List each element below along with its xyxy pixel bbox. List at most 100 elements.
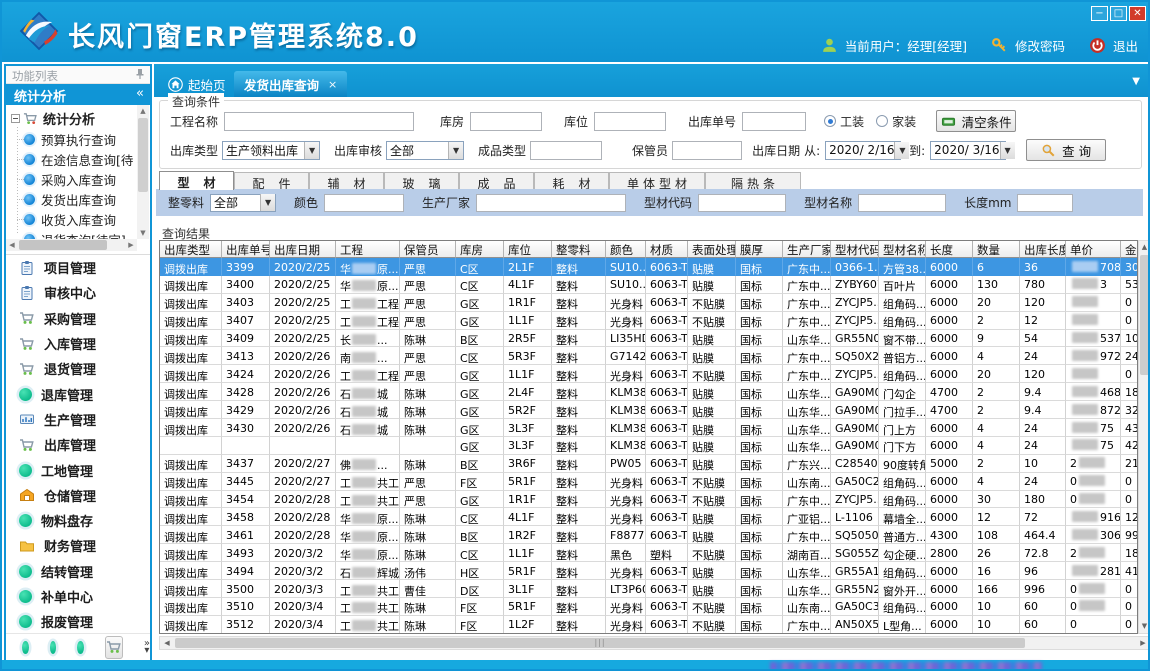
filter-select-整零料[interactable]: 全部▼ [210, 194, 276, 212]
filter-input-长度mm[interactable] [1017, 194, 1073, 212]
tree-vertical-scrollbar[interactable]: ▲ ▼ [137, 105, 149, 239]
module-dot-icon[interactable] [77, 641, 84, 654]
table-row[interactable]: 调拨出库34242020/2/26工工程严思G区1L1F整料光身料6063-T5… [160, 365, 1137, 383]
cart-toolbar-button[interactable] [105, 636, 123, 659]
product-type-input[interactable] [530, 141, 602, 160]
material-tab-配件[interactable]: 配件 [234, 172, 309, 190]
column-header-生产厂家[interactable]: 生产厂家 [783, 241, 831, 258]
sidebar-item-采购管理[interactable]: 采购管理 [6, 306, 150, 331]
tab-overflow-icon[interactable]: ▼ [1132, 76, 1140, 87]
pin-icon[interactable] [134, 68, 146, 80]
search-button[interactable]: 查 询 [1026, 139, 1106, 161]
column-header-出库长度[interactable]: 出库长度 [1020, 241, 1066, 258]
table-row[interactable]: 调拨出库34942020/3/2石辉城汤伟H区5R1F整料光身料6063-T5贴… [160, 562, 1137, 580]
sidebar-item-仓储管理[interactable]: 仓储管理 [6, 483, 150, 508]
filter-input-型材名称[interactable] [858, 194, 946, 212]
tree-expander-icon[interactable] [11, 114, 20, 123]
warehouse-input[interactable] [470, 112, 542, 131]
column-header-表面处理[interactable]: 表面处理 [688, 241, 736, 258]
column-header-金[interactable]: 金 [1121, 241, 1138, 258]
minimize-button[interactable]: − [1091, 6, 1108, 21]
column-header-材质[interactable]: 材质 [646, 241, 688, 258]
table-row[interactable]: 调拨出库34292020/2/26石城陈琳G区5R2F整料KLM38176063… [160, 401, 1137, 419]
sidebar-item-入库管理[interactable]: 入库管理 [6, 331, 150, 356]
location-input[interactable] [594, 112, 666, 131]
sidebar-item-补单中心[interactable]: 补单中心 [6, 584, 150, 609]
tree-item[interactable]: 预算执行查询 [10, 129, 134, 149]
sidebar-item-退货管理[interactable]: 退货管理 [6, 356, 150, 381]
scroll-left-icon[interactable]: ◀ [6, 239, 18, 251]
out-type-select[interactable]: 生产领料出库▼ [222, 141, 320, 160]
scroll-right-icon[interactable]: ▶ [1136, 637, 1150, 649]
sidebar-item-物料盘存[interactable]: 物料盘存 [6, 508, 150, 533]
table-row[interactable]: 调拨出库34032020/2/25工工程严思G区1R1F整料光身料6063-T5… [160, 294, 1137, 312]
audit-select[interactable]: 全部▼ [386, 141, 464, 160]
table-row[interactable]: 调拨出库34282020/2/26石城陈琳G区2L4F整料KLM38176063… [160, 383, 1137, 401]
column-header-出库类型[interactable]: 出库类型 [160, 241, 222, 258]
project-name-input[interactable] [224, 112, 414, 131]
tree-item[interactable]: 采购入库查询 [10, 169, 134, 189]
table-row[interactable]: 调拨出库34302020/2/26石城陈琳G区3L3F整料KLM38176063… [160, 419, 1137, 437]
filter-input-颜色[interactable] [324, 194, 404, 212]
grid-vertical-scrollbar[interactable]: ▲ ▼ [1138, 240, 1150, 634]
date-from-picker[interactable]: 2020/ 2/16▼ [825, 141, 901, 160]
scrollbar-thumb[interactable]: ||| [175, 638, 1025, 648]
column-header-库位[interactable]: 库位 [504, 241, 552, 258]
module-dot-icon[interactable] [50, 641, 57, 654]
clear-conditions-button[interactable]: 清空条件 [936, 110, 1016, 132]
column-header-保管员[interactable]: 保管员 [400, 241, 456, 258]
column-header-膜厚[interactable]: 膜厚 [736, 241, 783, 258]
close-button[interactable]: ✕ [1129, 6, 1146, 21]
column-header-工程[interactable]: 工程 [336, 241, 400, 258]
table-row[interactable]: 调拨出库35102020/3/4工共工程陈琳F区5R1F整料光身料6063-T5… [160, 598, 1137, 616]
section-header-stats[interactable]: 统计分析 « [6, 84, 150, 105]
material-tab-隔热条[interactable]: 隔热条 [705, 172, 801, 190]
column-header-整零料[interactable]: 整零料 [552, 241, 606, 258]
filter-input-生产厂家[interactable] [476, 194, 626, 212]
sidebar-item-财务管理[interactable]: 财务管理 [6, 533, 150, 558]
scroll-up-icon[interactable]: ▲ [1139, 241, 1150, 254]
scrollbar-thumb[interactable] [138, 118, 148, 192]
material-tab-成品[interactable]: 成品 [459, 172, 534, 190]
column-header-出库单号[interactable]: 出库单号 [222, 241, 270, 258]
module-dot-icon[interactable] [22, 641, 29, 654]
table-row[interactable]: 调拨出库34452020/2/27工共工程严思F区5R1F整料光身料6063-T… [160, 473, 1137, 491]
tree-item[interactable]: 在途信息查询[待 [10, 149, 134, 169]
table-row[interactable]: 调拨出库34612020/2/28华原...陈琳B区1R2F整料F8877FT6… [160, 526, 1137, 544]
column-header-型材代码[interactable]: 型材代码 [831, 241, 879, 258]
scrollbar-thumb[interactable] [19, 240, 107, 250]
column-header-库房[interactable]: 库房 [456, 241, 504, 258]
radio-home-decor[interactable]: 家装 [876, 113, 916, 130]
column-header-出库日期[interactable]: 出库日期 [270, 241, 336, 258]
filter-input-型材代码[interactable] [698, 194, 786, 212]
table-row[interactable]: 调拨出库34132020/2/26南...严思C区5R3F整料G71422606… [160, 347, 1137, 365]
table-row[interactable]: G区3L3F整料KLM38176063-T5贴膜国标山东华...GA90M09.… [160, 437, 1137, 455]
tab-close-icon[interactable]: × [328, 78, 337, 91]
tab-shipment-outbound-query[interactable]: 发货出库查询 × [234, 71, 347, 97]
table-row[interactable]: 调拨出库34372020/2/27佛...陈琳B区3R6F整料PW056063-… [160, 455, 1137, 473]
sidebar-item-项目管理[interactable]: 项目管理 [6, 255, 150, 280]
sidebar-item-报废管理[interactable]: 报废管理 [6, 609, 150, 634]
material-tab-辅材[interactable]: 辅材 [309, 172, 384, 190]
table-row[interactable]: 调拨出库34092020/2/25长...陈琳B区2R5F整料LI35HD606… [160, 330, 1137, 348]
maximize-button[interactable]: □ [1110, 6, 1127, 21]
material-tab-玻璃[interactable]: 玻璃 [384, 172, 459, 190]
sidebar-item-审核中心[interactable]: 审核中心 [6, 280, 150, 305]
column-header-长度[interactable]: 长度 [926, 241, 973, 258]
scroll-down-icon[interactable]: ▼ [1139, 620, 1150, 633]
logout-link[interactable]: 退出 [1113, 36, 1138, 55]
scroll-right-icon[interactable]: ▶ [125, 239, 137, 251]
scroll-left-icon[interactable]: ◀ [160, 637, 174, 649]
sidebar-item-退库管理[interactable]: 退库管理 [6, 381, 150, 406]
column-header-数量[interactable]: 数量 [973, 241, 1020, 258]
table-row[interactable]: 调拨出库34002020/2/25华原...严思C区4L1F整料SU10...6… [160, 276, 1137, 294]
column-header-颜色[interactable]: 颜色 [606, 241, 646, 258]
scroll-up-icon[interactable]: ▲ [137, 105, 149, 117]
grid-horizontal-scrollbar[interactable]: ◀ ||| ▶ [159, 636, 1150, 650]
sidebar-item-结转管理[interactable]: 结转管理 [6, 559, 150, 584]
material-tab-单体型材[interactable]: 单体型材 [609, 172, 705, 190]
table-row[interactable]: 调拨出库34072020/2/25工工程严思G区1L1F整料光身料6063-T5… [160, 312, 1137, 330]
material-tab-耗材[interactable]: 耗材 [534, 172, 609, 190]
overflow-chevron-icon[interactable]: »▾ [144, 640, 150, 654]
tree-item[interactable]: 发货出库查询 [10, 189, 134, 209]
